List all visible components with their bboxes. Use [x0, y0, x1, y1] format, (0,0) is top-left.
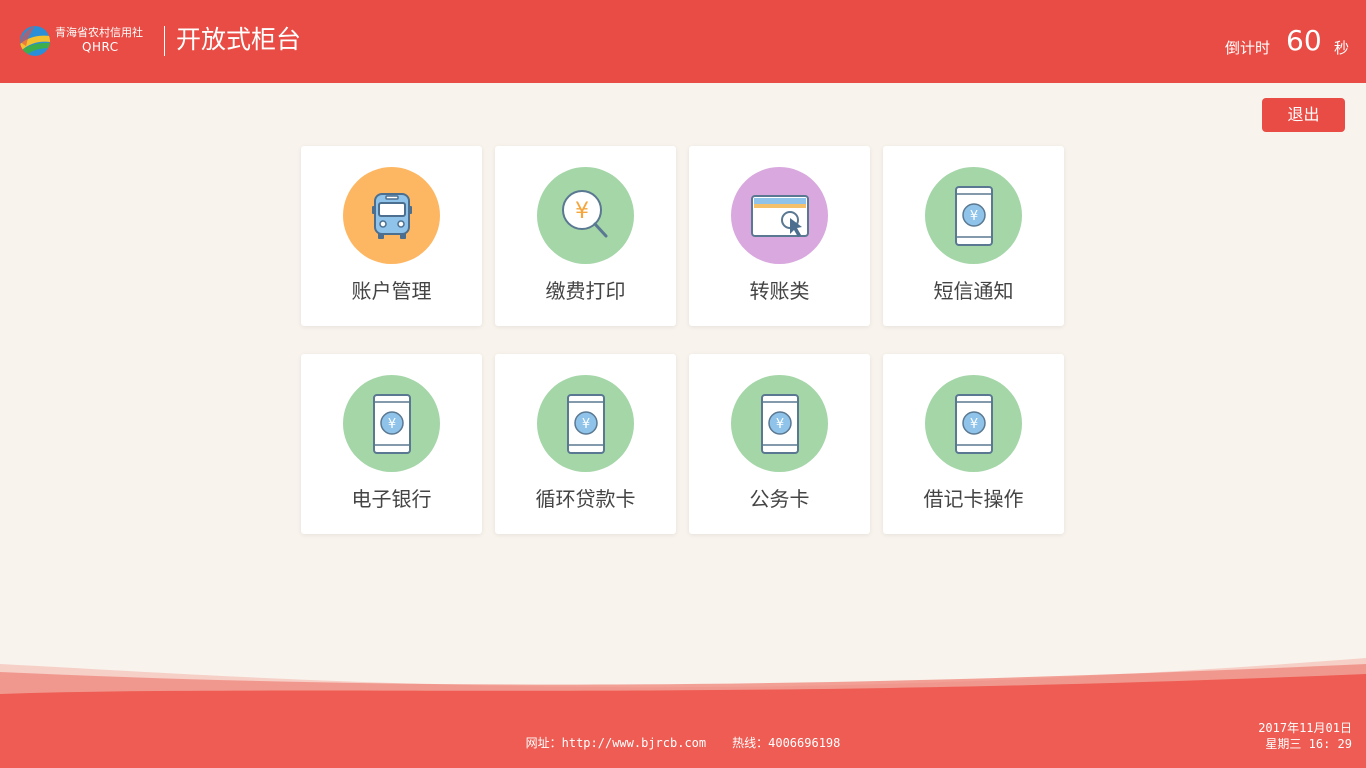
header-divider	[164, 26, 165, 56]
phone-yen-icon: ¥	[925, 375, 1022, 472]
tile-label: 账户管理	[351, 279, 432, 303]
org-name: 青海省农村信用社	[55, 26, 143, 39]
tile-revolving-loan-card[interactable]: ¥ 循环贷款卡	[495, 354, 676, 534]
weekday-time-text: 星期三 16: 29	[1265, 737, 1352, 751]
tile-transfer[interactable]: 转账类	[689, 146, 870, 326]
footer-info: 网址：http://www.bjrcb.com 热线：4006696198	[0, 734, 1366, 751]
tile-label: 缴费打印	[545, 279, 626, 303]
tile-sms-notice[interactable]: ¥ 短信通知	[883, 146, 1064, 326]
tile-label: 短信通知	[933, 279, 1014, 303]
phone-yen-icon: ¥	[731, 375, 828, 472]
service-grid: 账户管理 ¥ 缴费打印 转账类 ¥ 短信通知 ¥ 电子银行 ¥ 循环贷款卡 ¥ …	[301, 146, 1065, 534]
tile-payment-print[interactable]: ¥ 缴费打印	[495, 146, 676, 326]
tile-label: 循环贷款卡	[535, 487, 636, 511]
svg-text:¥: ¥	[969, 417, 977, 432]
svg-text:¥: ¥	[969, 209, 977, 224]
svg-text:¥: ¥	[775, 417, 783, 432]
phone-yen-icon: ¥	[925, 167, 1022, 264]
tile-label: 转账类	[749, 279, 810, 303]
logout-button[interactable]: 退出	[1262, 98, 1345, 132]
qhrc-logo-icon	[20, 26, 50, 56]
tile-label: 电子银行	[351, 487, 432, 511]
tile-label: 公务卡	[749, 487, 810, 511]
countdown-label: 倒计时	[1225, 39, 1271, 57]
countdown-unit: 秒	[1334, 39, 1350, 57]
svg-text:¥: ¥	[575, 199, 589, 224]
date-text: 2017年11月01日	[1258, 721, 1352, 735]
card-click-icon	[731, 167, 828, 264]
tile-label: 借记卡操作	[923, 487, 1024, 511]
tile-account-management[interactable]: 账户管理	[301, 146, 482, 326]
website-text: 网址：http://www.bjrcb.com	[525, 736, 707, 750]
svg-text:¥: ¥	[387, 417, 395, 432]
yen-search-icon: ¥	[537, 167, 634, 264]
countdown-value: 60	[1286, 24, 1322, 57]
app-title: 开放式柜台	[176, 25, 302, 54]
tile-debit-card-operations[interactable]: ¥ 借记卡操作	[883, 354, 1064, 534]
hotline-text: 热线：4006696198	[732, 736, 841, 750]
header-bar: 青海省农村信用社 QHRC 开放式柜台 倒计时 60 秒	[0, 0, 1366, 83]
footer-datetime: 2017年11月01日 星期三 16: 29	[1258, 720, 1352, 752]
org-abbr: QHRC	[82, 40, 119, 54]
svg-text:¥: ¥	[581, 417, 589, 432]
tile-official-card[interactable]: ¥ 公务卡	[689, 354, 870, 534]
phone-yen-icon: ¥	[343, 375, 440, 472]
phone-yen-icon: ¥	[537, 375, 634, 472]
bus-icon	[343, 167, 440, 264]
tile-e-banking[interactable]: ¥ 电子银行	[301, 354, 482, 534]
